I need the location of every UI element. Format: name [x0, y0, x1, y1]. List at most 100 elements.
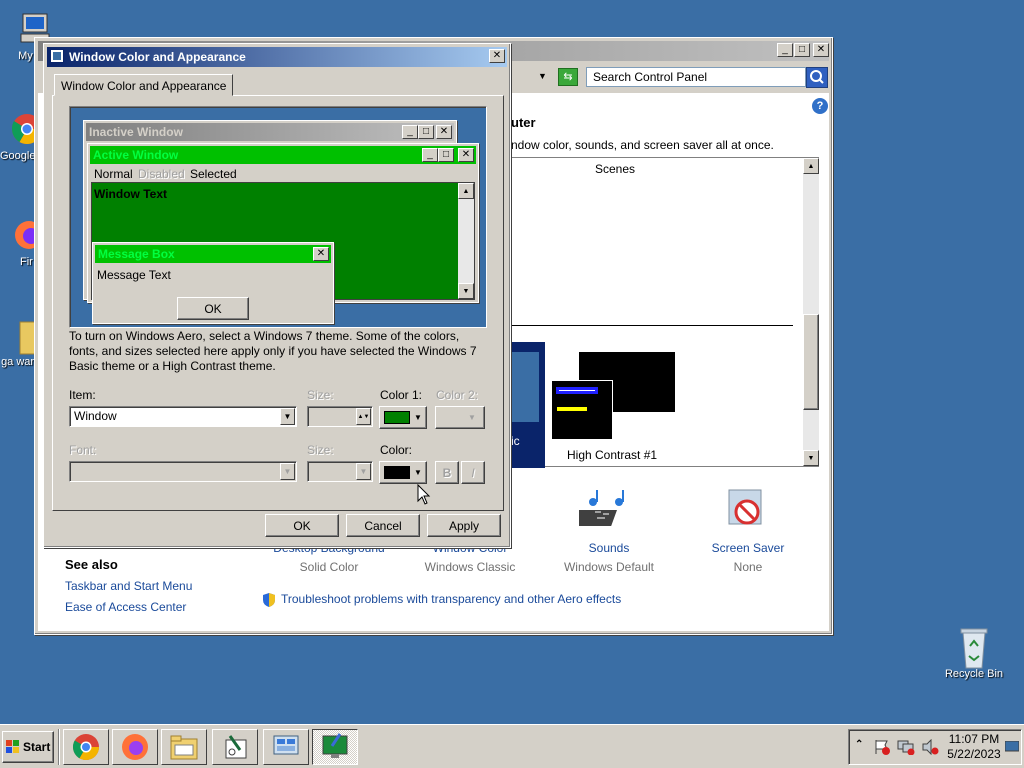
spinner-arrows-icon: ▲▼ [356, 408, 371, 425]
item-value: Solid Color [299, 560, 359, 574]
desktop-icon-recycle-bin[interactable]: Recycle Bin [934, 626, 1014, 680]
item-value: Windows Default [563, 560, 655, 574]
scroll-up-button[interactable]: ▲ [803, 158, 819, 174]
aero-info-text: To turn on Windows Aero, select a Window… [69, 329, 477, 373]
preview-minimize-icon: _ [422, 148, 438, 162]
taskbar-chrome[interactable] [63, 729, 109, 765]
color1-picker[interactable]: ▼ [379, 406, 427, 429]
scroll-thumb[interactable] [803, 314, 819, 410]
desktop-icon-label: Recycle Bin [944, 668, 1004, 680]
taskbar-control-panel[interactable] [263, 729, 309, 765]
italic-toggle[interactable]: I [461, 461, 485, 484]
inactive-window-title: Inactive Window [89, 125, 183, 139]
size-spinner[interactable]: ▲▼ [307, 406, 373, 427]
item-select[interactable]: Window ▼ [69, 406, 297, 427]
preview-message-box[interactable]: Message Box ✕ Message Text OK [92, 242, 334, 324]
font-color-picker[interactable]: ▼ [379, 461, 427, 484]
preview-close-icon: ✕ [436, 125, 452, 139]
cancel-button[interactable]: Cancel [346, 514, 420, 537]
tray-expand-icon[interactable]: ⌃ [855, 739, 863, 750]
font-size-select[interactable]: ▼ [307, 461, 373, 482]
font-size-label: Size: [307, 443, 334, 457]
chevron-down-icon: ▼ [468, 413, 476, 422]
item-select-value: Window [74, 409, 117, 423]
taskbar-explorer[interactable] [161, 729, 207, 765]
taskbar-firefox[interactable] [112, 729, 158, 765]
theme-list[interactable]: Scenes ic High Contrast #1 ▲ ▼ [510, 157, 819, 468]
search-placeholder: Search Control Panel [593, 70, 708, 84]
appearance-preview[interactable]: Inactive Window _ □ ✕ Active Window _ □ … [69, 106, 487, 328]
active-window-title: Active Window [93, 148, 179, 162]
chevron-down-icon: ▼ [414, 468, 422, 477]
preview-scrollbar: ▲ ▼ [458, 183, 474, 299]
personalization-icon [322, 733, 348, 758]
bold-toggle[interactable]: B [435, 461, 459, 484]
taskbar-snipping[interactable] [212, 729, 258, 765]
msgbox-ok-button: OK [177, 297, 249, 320]
window-color-appearance-dialog: Window Color and Appearance ✕ Window Col… [43, 43, 511, 548]
dialog-app-icon [50, 49, 64, 63]
msgbox-titlebar: Message Box [95, 245, 331, 263]
link-ease-of-access[interactable]: Ease of Access Center [65, 600, 186, 614]
chevron-down-icon: ▼ [280, 408, 295, 425]
font-label: Font: [69, 443, 97, 457]
maximize-button[interactable]: □ [794, 43, 810, 57]
action-center-icon[interactable] [873, 739, 891, 758]
color1-label: Color 1: [380, 388, 423, 402]
tab-panel: Inactive Window _ □ ✕ Active Window _ □ … [52, 95, 504, 511]
chevron-down-icon: ▼ [356, 463, 371, 480]
group-separator [511, 325, 793, 326]
tab-window-color-appearance[interactable]: Window Color and Appearance [54, 74, 234, 96]
scroll-down-button[interactable]: ▼ [803, 450, 819, 466]
apply-button[interactable]: Apply [427, 514, 501, 537]
item-screen-saver[interactable]: Screen Saver None [698, 488, 798, 574]
recycle-bin-icon [957, 626, 991, 669]
clock[interactable]: 11:07 PM 5/22/2023 [947, 732, 1001, 762]
font-select[interactable]: ▼ [69, 461, 297, 482]
preview-maximize-icon: □ [418, 125, 434, 139]
search-button[interactable] [806, 67, 828, 88]
start-button[interactable]: Start [2, 731, 54, 763]
mouse-cursor-icon [417, 483, 431, 509]
volume-muted-icon[interactable] [921, 738, 939, 758]
item-sounds[interactable]: Sounds Windows Default [560, 488, 658, 574]
theme-label: ic [511, 434, 520, 448]
show-desktop-icon[interactable] [1004, 740, 1020, 756]
font-color-label: Color: [380, 443, 413, 457]
address-dropdown-arrow[interactable]: ▼ [538, 71, 547, 81]
preview-menu-selected: Selected [190, 167, 237, 181]
help-icon[interactable]: ? [812, 98, 828, 114]
refresh-icon[interactable]: ⇆ [558, 68, 578, 86]
theme-windows-basic[interactable]: ic [511, 342, 545, 468]
preview-close-icon: ✕ [458, 148, 474, 162]
taskbar-separator [58, 729, 60, 765]
firefox-icon [122, 734, 148, 760]
close-button[interactable]: ✕ [813, 43, 829, 57]
theme-preview-window [551, 380, 613, 440]
control-panel-icon [273, 735, 299, 755]
preview-menu-normal: Normal [94, 167, 133, 181]
network-icon[interactable] [897, 739, 915, 758]
cp-heading: uter [511, 115, 536, 130]
msgbox-text: Message Text [97, 268, 171, 282]
start-label: Start [23, 740, 51, 754]
theme-high-contrast-1[interactable]: High Contrast #1 [551, 352, 691, 462]
item-label: Item: [69, 388, 96, 402]
msgbox-title: Message Box [98, 247, 175, 261]
minimize-button[interactable]: _ [777, 43, 793, 57]
link-taskbar-start-menu[interactable]: Taskbar and Start Menu [65, 579, 192, 593]
ok-button[interactable]: OK [265, 514, 339, 537]
search-icon [810, 70, 824, 84]
taskbar-personalization[interactable] [312, 729, 358, 765]
preview-window-text: Window Text [94, 187, 167, 201]
theme-list-scrollbar[interactable]: ▲ ▼ [803, 158, 819, 466]
link-troubleshoot-aero[interactable]: Troubleshoot problems with transparency … [281, 592, 621, 606]
dialog-close-button[interactable]: ✕ [489, 49, 505, 63]
windows-logo-icon [6, 740, 19, 753]
color2-picker[interactable]: ▼ [435, 406, 485, 429]
search-input[interactable]: Search Control Panel [586, 67, 806, 87]
active-titlebar: Active Window [90, 146, 476, 164]
taskbar: Start ⌃ 11:07 PM 5/22/2023 [0, 724, 1024, 768]
preview-maximize-icon: □ [438, 148, 454, 162]
dialog-title: Window Color and Appearance [69, 50, 246, 64]
